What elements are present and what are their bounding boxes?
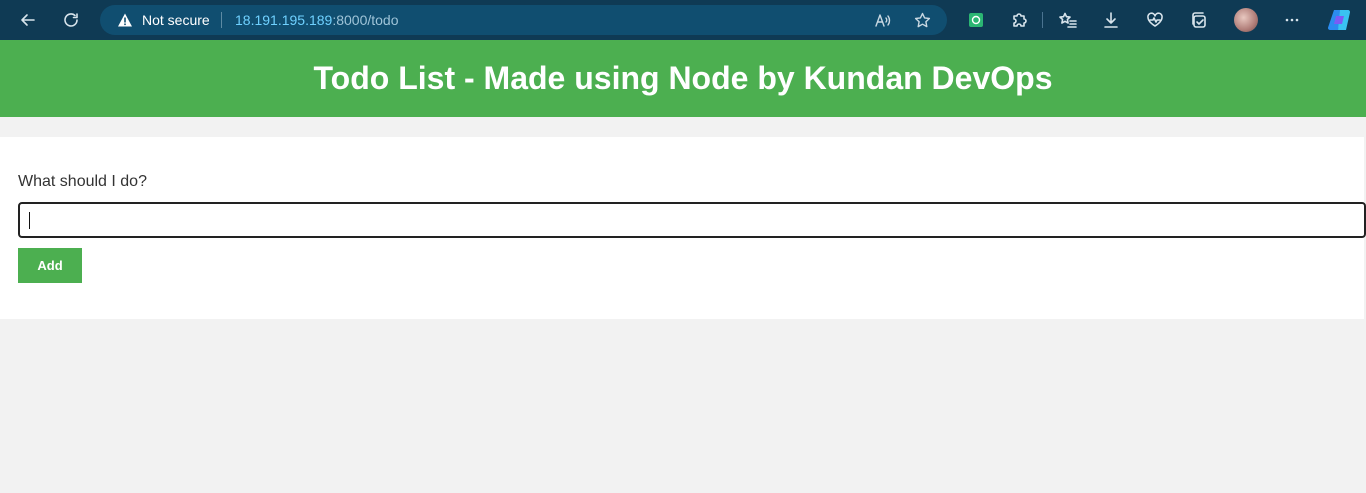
collections-button[interactable] — [1185, 6, 1213, 34]
todo-input[interactable] — [18, 202, 1366, 238]
avatar[interactable] — [1234, 8, 1258, 32]
puzzle-icon — [1013, 13, 1027, 27]
browser-essentials-button[interactable] — [1141, 6, 1169, 34]
extensions-button[interactable] — [1005, 6, 1033, 34]
back-button[interactable] — [14, 6, 42, 34]
copilot-icon[interactable] — [1326, 7, 1352, 33]
address-bar[interactable]: Not secure 18.191.195.189:8000/todo — [100, 5, 947, 35]
add-button[interactable]: Add — [18, 248, 82, 283]
todo-form: What should I do? Add — [0, 137, 1366, 319]
text-cursor — [29, 212, 30, 229]
favorite-button[interactable] — [912, 10, 932, 30]
favorites-list-icon — [1059, 12, 1077, 28]
read-aloud-icon — [874, 13, 890, 27]
back-arrow-icon — [21, 14, 35, 26]
more-button[interactable] — [1278, 6, 1306, 34]
refresh-button[interactable] — [57, 6, 85, 34]
green-extension-icon — [969, 13, 983, 27]
page-title: Todo List - Made using Node by Kundan De… — [313, 60, 1053, 96]
refresh-icon — [64, 13, 78, 27]
page-header: Todo List - Made using Node by Kundan De… — [0, 40, 1366, 117]
collections-icon — [1192, 12, 1206, 28]
todo-label: What should I do? — [18, 173, 147, 190]
toolbar-divider — [1042, 12, 1043, 28]
url-path: :8000/todo — [332, 12, 399, 28]
downloads-button[interactable] — [1097, 6, 1125, 34]
extension-button[interactable] — [962, 6, 990, 34]
url-text[interactable]: 18.191.195.189:8000/todo — [235, 12, 399, 28]
security-label[interactable]: Not secure — [142, 12, 210, 28]
browser-toolbar: Not secure 18.191.195.189:8000/todo — [0, 0, 1366, 40]
warning-triangle-icon — [118, 13, 132, 27]
read-aloud-button[interactable] — [872, 10, 892, 30]
star-icon — [914, 12, 930, 27]
url-host: 18.191.195.189 — [235, 12, 333, 28]
address-divider — [221, 12, 222, 28]
browser-essentials-icon — [1147, 12, 1163, 27]
favorites-button[interactable] — [1054, 6, 1082, 34]
download-icon — [1104, 12, 1118, 28]
more-icon — [1285, 18, 1299, 22]
